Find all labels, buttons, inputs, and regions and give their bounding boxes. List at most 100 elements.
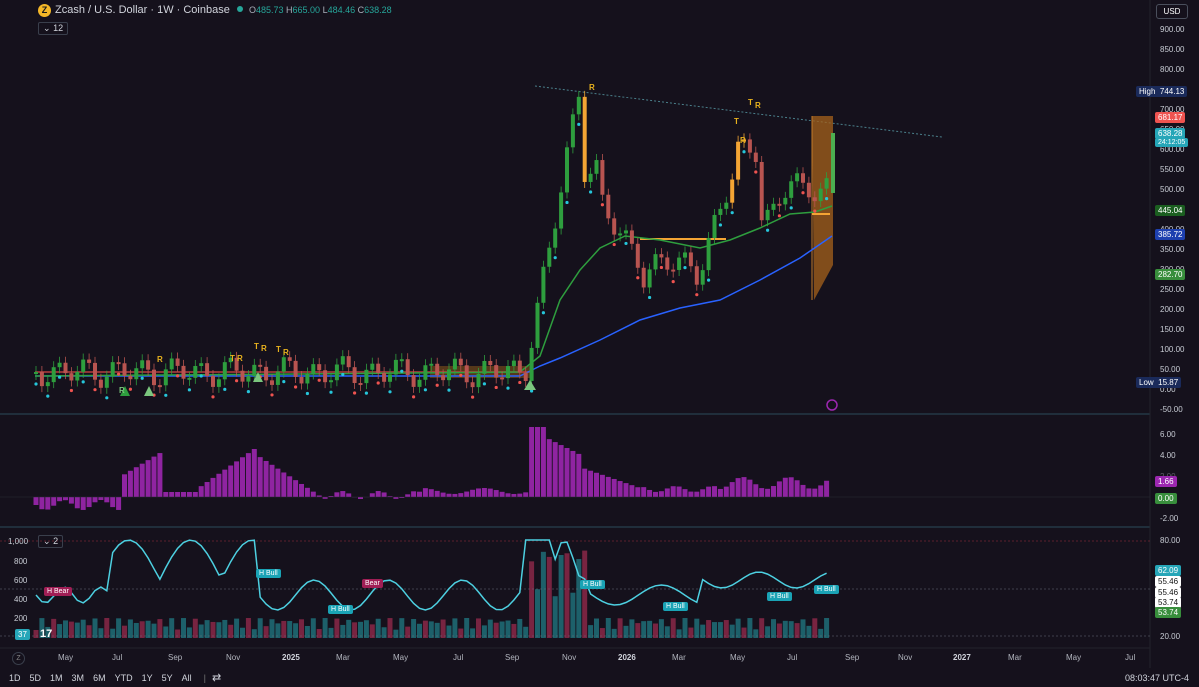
volume-bar	[381, 627, 387, 638]
macd-bar	[110, 497, 116, 508]
volume-bar	[216, 622, 222, 638]
signal-dot	[164, 393, 168, 397]
macd-bar	[812, 488, 818, 497]
volume-bar	[422, 620, 428, 638]
macd-bar	[676, 486, 682, 497]
chevron-down-icon: ⌄	[43, 536, 51, 546]
signal-dot	[777, 214, 782, 218]
macd-bar	[322, 497, 328, 499]
volume-bar	[487, 619, 493, 638]
macd-bar	[481, 488, 487, 497]
signal-dot	[553, 256, 557, 260]
signal-label: R	[283, 348, 289, 357]
macd-bar	[145, 460, 151, 497]
macd-bar	[151, 456, 157, 497]
indicator-logo-icon	[826, 399, 838, 411]
tradingview-logo-icon[interactable]: 17	[40, 628, 52, 640]
timeframe-button-1y[interactable]: 1Y	[142, 673, 153, 683]
time-tick: Jul	[112, 653, 123, 662]
macd-bar	[552, 442, 558, 497]
macd-bar	[688, 491, 694, 497]
macd-bar	[181, 492, 186, 497]
timeframe-button-ytd[interactable]: YTD	[115, 673, 133, 683]
macd-bar	[381, 492, 387, 497]
rsi-collapse-button[interactable]: ⌄ 2	[38, 535, 64, 548]
volume-bar	[800, 619, 806, 638]
signal-label: R	[589, 83, 595, 92]
timeframe-button-5y[interactable]: 5Y	[162, 673, 173, 683]
volume-bar	[68, 621, 74, 638]
trend-line	[534, 85, 943, 138]
volume-bar	[759, 618, 765, 638]
macd-bar	[358, 497, 363, 499]
timeframe-button-3m[interactable]: 3M	[72, 673, 85, 683]
signal-label: T	[276, 345, 281, 354]
signal-dot	[282, 380, 286, 384]
macd-bar	[700, 489, 706, 497]
macd-tick: 4.00	[1160, 451, 1176, 460]
volume-bar	[464, 618, 470, 638]
macd-bar	[765, 488, 771, 497]
macd-bar	[588, 470, 594, 497]
volume-bar	[175, 629, 181, 638]
volume-bar	[281, 620, 287, 638]
time-tick: Mar	[336, 653, 350, 662]
signal-dot	[176, 374, 180, 378]
volume-bar	[546, 556, 552, 638]
volume-bar	[316, 629, 322, 638]
macd-bar	[222, 469, 228, 497]
macd-bar	[776, 481, 782, 497]
time-tick: 2027	[953, 653, 971, 662]
signal-dot	[754, 170, 758, 174]
signal-dot	[624, 241, 628, 246]
macd-bar	[706, 486, 712, 497]
macd-bar	[405, 494, 411, 497]
macd-bar	[304, 487, 310, 497]
macd-bar	[735, 478, 741, 497]
signal-dot	[565, 200, 569, 205]
price-tick: 550.00	[1160, 165, 1185, 174]
volume-bar	[222, 619, 228, 638]
volume-tick: 400	[14, 595, 28, 604]
volume-bar	[753, 629, 759, 638]
timeframe-button-1m[interactable]: 1M	[50, 673, 63, 683]
timeframe-button-all[interactable]: All	[182, 673, 192, 683]
macd-bar	[251, 448, 257, 497]
timeframe-button-6m[interactable]: 6M	[93, 673, 106, 683]
signal-dot	[541, 311, 546, 315]
volume-bar	[694, 618, 700, 638]
macd-bar	[712, 486, 717, 497]
timeframe-button-1d[interactable]: 1D	[9, 673, 21, 683]
signal-dot	[423, 388, 427, 392]
macd-bar	[139, 463, 145, 497]
macd-bar	[493, 490, 499, 497]
timezone-icon[interactable]: Z	[12, 652, 25, 665]
ma-slow-line	[35, 235, 833, 377]
date-range-icon[interactable]: ⇄	[212, 671, 221, 684]
signal-dot	[388, 390, 392, 394]
signal-label: T	[748, 98, 753, 107]
timeframe-button-5d[interactable]: 5D	[30, 673, 42, 683]
time-tick: Mar	[1008, 653, 1022, 662]
macd-bar	[694, 491, 700, 497]
volume-bar	[676, 629, 682, 638]
signal-dot	[117, 372, 121, 376]
volume-bar	[411, 619, 417, 638]
volume-bar	[440, 619, 446, 638]
signal-dot	[766, 228, 770, 232]
divergence-pill: H Bull	[328, 605, 353, 614]
volume-bar	[682, 618, 688, 638]
macd-bar	[594, 472, 599, 497]
price-tick: 350.00	[1160, 245, 1185, 254]
divergence-pill: H Bull	[580, 580, 605, 589]
macd-bar	[682, 489, 688, 497]
macd-bar	[186, 492, 192, 497]
signal-dot	[305, 391, 309, 396]
time-tick: Sep	[505, 653, 520, 662]
macd-bar	[446, 493, 452, 497]
clock-readout[interactable]: 08:03:47 UTC-4	[1125, 673, 1189, 683]
macd-bar	[505, 493, 511, 497]
time-tick: Mar	[672, 653, 686, 662]
signal-dot	[447, 388, 451, 392]
macd-bar	[127, 470, 133, 497]
